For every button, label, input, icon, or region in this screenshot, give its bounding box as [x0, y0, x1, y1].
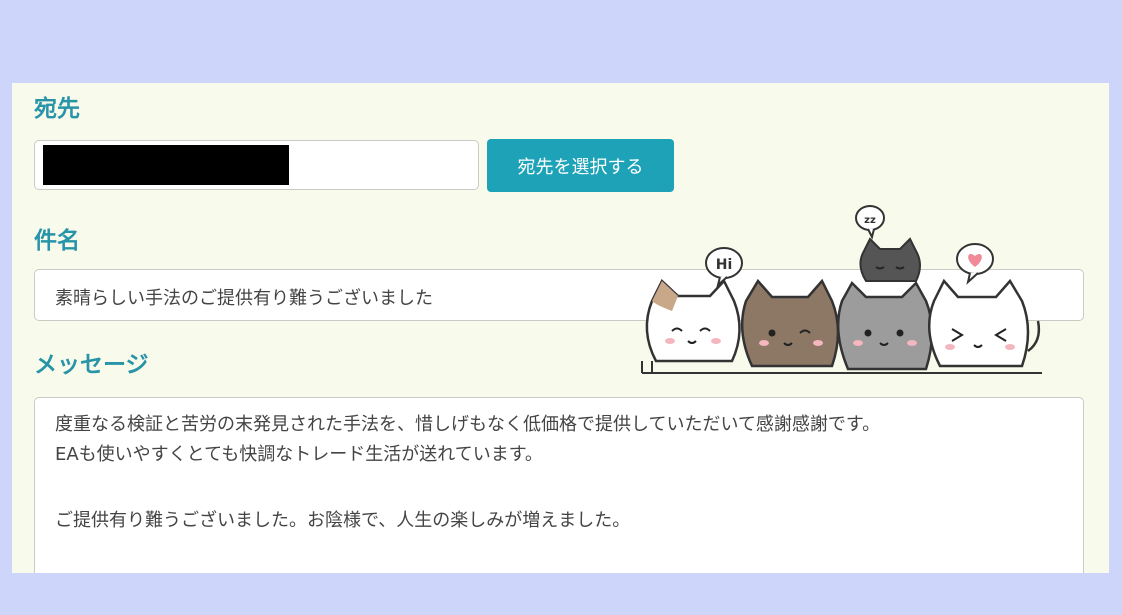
- subject-value: 素晴らしい手法のご提供有り難うございました: [55, 288, 433, 309]
- calico-cat: [641, 278, 741, 373]
- redacted-recipient: [43, 145, 289, 185]
- message-line: EAも使いやすくとても快調なトレード生活が送れています。: [55, 444, 543, 465]
- sleeping-cat: [859, 237, 921, 282]
- heart-bubble: [956, 243, 994, 285]
- select-recipient-button[interactable]: 宛先を選択する: [487, 139, 674, 192]
- message-line: 度重なる検証と苦労の末発見された手法を、惜しげもなく低価格で提供していただいて感…: [55, 414, 881, 435]
- cats-illustration: Hi zz: [641, 205, 1042, 374]
- gray-cat: [836, 280, 934, 371]
- message-textarea[interactable]: 度重なる検証と苦労の末発見された手法を、惜しげもなく低価格で提供していただいて感…: [34, 397, 1084, 573]
- message-line: ご提供有り難うございました。お陰様で、人生の楽しみが増えました。: [55, 510, 631, 531]
- sleep-bubble: zz: [855, 205, 885, 240]
- recipient-input[interactable]: [34, 140, 479, 190]
- recipient-label: 宛先: [34, 96, 80, 122]
- message-label: メッセージ: [34, 352, 149, 378]
- brown-cat: [740, 278, 840, 368]
- svg-text:zz: zz: [864, 215, 876, 226]
- white-cat: [928, 278, 1041, 368]
- subject-label: 件名: [34, 228, 80, 254]
- svg-text:Hi: Hi: [716, 257, 733, 273]
- compose-form: 宛先 宛先を選択する 件名 素晴らしい手法のご提供有り難うございました メッセー…: [12, 83, 1109, 573]
